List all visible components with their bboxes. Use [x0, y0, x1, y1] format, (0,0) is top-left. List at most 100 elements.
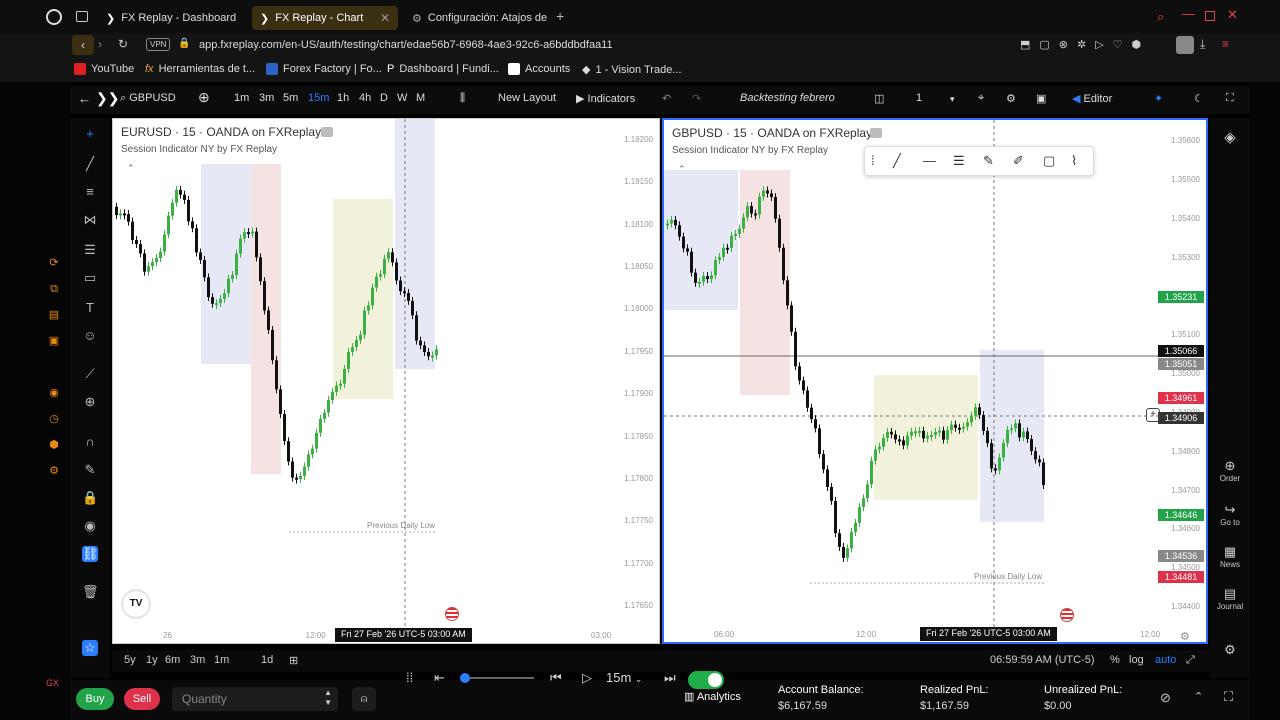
add-symbol-icon[interactable]: ⊕: [198, 89, 210, 106]
skip-forward-icon[interactable]: ⏭: [664, 670, 676, 686]
auto-toggle[interactable]: auto: [1155, 654, 1176, 666]
session-name[interactable]: Backtesting febrero: [740, 92, 835, 104]
range-1d[interactable]: 1d: [261, 654, 273, 666]
close-icon[interactable]: ✕: [380, 11, 390, 25]
new-layout-button[interactable]: New Layout: [498, 92, 556, 104]
log-toggle[interactable]: log: [1129, 654, 1144, 666]
trendline-icon[interactable]: ╱: [82, 156, 98, 172]
range-3m[interactable]: 3m: [190, 654, 205, 666]
indicators-button[interactable]: ▶ Indicators: [576, 92, 635, 105]
back-arrow-icon[interactable]: ←: [78, 91, 91, 106]
stepper-icon[interactable]: ▲ ▼: [324, 688, 332, 708]
range-1y[interactable]: 1y: [146, 654, 158, 666]
hide-icon[interactable]: ⊘: [1160, 690, 1171, 706]
price-axis[interactable]: 1.18200 1.18150 1.18100 1.18050 1.18000 1.179…: [607, 119, 659, 643]
journal-button[interactable]: ▤ Journal: [1214, 586, 1246, 611]
eye-icon[interactable]: ◉: [82, 518, 98, 534]
brush-icon[interactable]: ✎: [983, 153, 994, 169]
lock-order-icon[interactable]: ⍝: [352, 687, 376, 711]
undo-icon[interactable]: ↶: [662, 92, 671, 105]
timeframe-1m[interactable]: 1m: [234, 92, 249, 104]
skip-back-icon[interactable]: ⏮: [550, 670, 562, 686]
goto-button[interactable]: ↪ Go to: [1214, 502, 1246, 527]
tab-settings[interactable]: ⚙ Configuración: Atajos de t: [404, 6, 550, 30]
forward-icon[interactable]: ›: [98, 37, 102, 51]
rectangle-icon[interactable]: ▢: [1043, 153, 1055, 169]
redo-icon[interactable]: ↷: [692, 92, 701, 105]
avatar[interactable]: [1176, 36, 1194, 54]
sell-button[interactable]: Sell: [124, 688, 160, 710]
fullscreen-icon[interactable]: ⛶: [1226, 92, 1234, 105]
lock-icon[interactable]: 🔒: [82, 490, 98, 506]
reload-icon[interactable]: ↻: [118, 37, 128, 51]
timeframe-d[interactable]: D: [380, 92, 388, 104]
symbol-search[interactable]: ⌕ GBPUSD: [120, 92, 176, 105]
percent-toggle[interactable]: %: [1110, 654, 1120, 666]
chevron-up-icon[interactable]: ⌃: [1194, 690, 1203, 703]
range-5y[interactable]: 5y: [124, 654, 136, 666]
camera-icon[interactable]: ▣: [1036, 92, 1046, 105]
collapse-icon[interactable]: [321, 127, 333, 137]
replay-speed[interactable]: 15m ⌄: [606, 670, 642, 685]
search-icon[interactable]: ⌕: [1157, 9, 1164, 25]
zoom-icon[interactable]: ⊕: [82, 394, 98, 410]
drag-handle-icon[interactable]: ⁞: [871, 153, 875, 168]
timeframe-4h[interactable]: 4h: [359, 92, 371, 104]
crosshair-icon[interactable]: +: [82, 126, 98, 142]
add-alert-icon[interactable]: +: [1146, 408, 1160, 422]
chevron-up-icon[interactable]: ⌃: [127, 163, 135, 174]
chart-panel-gbpusd[interactable]: GBPUSD · 15 · OANDA on FXReplay Session …: [662, 118, 1208, 644]
quantity-field[interactable]: Quantity ▲ ▼: [172, 687, 338, 711]
timeframe-15m[interactable]: 15m: [308, 92, 329, 104]
chevron-down-icon[interactable]: ▾: [950, 94, 955, 105]
candle-type-icon[interactable]: ⫼: [460, 92, 465, 105]
tab-dashboard[interactable]: ❯ FX Replay - Dashboard: [98, 6, 248, 30]
theme-icon[interactable]: ☾: [1194, 92, 1204, 105]
highlighter-icon[interactable]: ✐: [1013, 153, 1024, 169]
timeframe-3m[interactable]: 3m: [259, 92, 274, 104]
emoji-icon[interactable]: ☺: [82, 328, 98, 344]
close-window-icon[interactable]: ✕: [1227, 7, 1238, 23]
bookmark-forexfactory[interactable]: Forex Factory | Fo...: [266, 63, 382, 75]
download-icon[interactable]: ⤓: [1200, 37, 1205, 52]
buy-button[interactable]: Buy: [76, 688, 114, 710]
minimize-icon[interactable]: —: [1182, 6, 1195, 21]
fullscreen-icon[interactable]: ⛶: [1224, 689, 1233, 705]
maximize-icon[interactable]: [1205, 11, 1215, 21]
collapse-icon[interactable]: [870, 128, 882, 138]
step-back-icon[interactable]: ⇤: [434, 670, 445, 686]
editor-button[interactable]: ◀ Editor: [1072, 92, 1112, 105]
alert-icon[interactable]: ⌖: [978, 92, 984, 105]
layers-icon[interactable]: ◈: [1214, 128, 1246, 146]
pitchfork-icon[interactable]: ⋈: [82, 212, 98, 228]
replay-drag-icon[interactable]: ⁞⁞: [406, 670, 413, 685]
magic-icon[interactable]: ✦: [1154, 92, 1163, 105]
range-6m[interactable]: 6m: [165, 654, 180, 666]
timeframe-1h[interactable]: 1h: [337, 92, 349, 104]
trendline-icon[interactable]: ╱: [893, 153, 901, 169]
bookmark-accounts[interactable]: Accounts: [508, 63, 570, 75]
range-1m[interactable]: 1m: [214, 654, 229, 666]
url-field[interactable]: app.fxreplay.com/en-US/auth/testing/char…: [199, 39, 613, 51]
chart-panel-eurusd[interactable]: EURUSD · 15 · OANDA on FXReplay Session …: [112, 118, 660, 644]
analytics-button[interactable]: ▥ Analytics: [684, 690, 741, 703]
back-icon[interactable]: ‹: [72, 35, 94, 55]
replay-toggle[interactable]: [688, 671, 724, 689]
settings-icon[interactable]: ⚙: [1214, 642, 1246, 658]
link-icon[interactable]: ⛓: [82, 546, 99, 562]
expand-icon[interactable]: ⤢: [1186, 654, 1195, 667]
favorite-icon[interactable]: ☆: [82, 640, 98, 656]
trash-icon[interactable]: 🗑: [82, 584, 99, 600]
ruler-icon[interactable]: ⟋: [82, 366, 98, 382]
tab-chart[interactable]: ❯ FX Replay - Chart ✕: [252, 6, 398, 30]
horizontal-line-icon[interactable]: —: [923, 153, 936, 168]
settings-icon[interactable]: ⚙: [1006, 92, 1016, 105]
timeframe-5m[interactable]: 5m: [283, 92, 298, 104]
axis-settings-icon[interactable]: ⚙: [1180, 630, 1190, 642]
menu-icon[interactable]: ≡: [1222, 37, 1229, 51]
bookmark-vision[interactable]: ◆ 1 - Vision Trade...: [582, 63, 681, 77]
replay-progress-handle[interactable]: [460, 673, 470, 683]
rectangle-icon[interactable]: ▭: [82, 270, 98, 286]
order-button[interactable]: ⊕ Order: [1214, 458, 1246, 483]
bookmark-dashboard[interactable]: P Dashboard | Fundi...: [387, 63, 499, 75]
